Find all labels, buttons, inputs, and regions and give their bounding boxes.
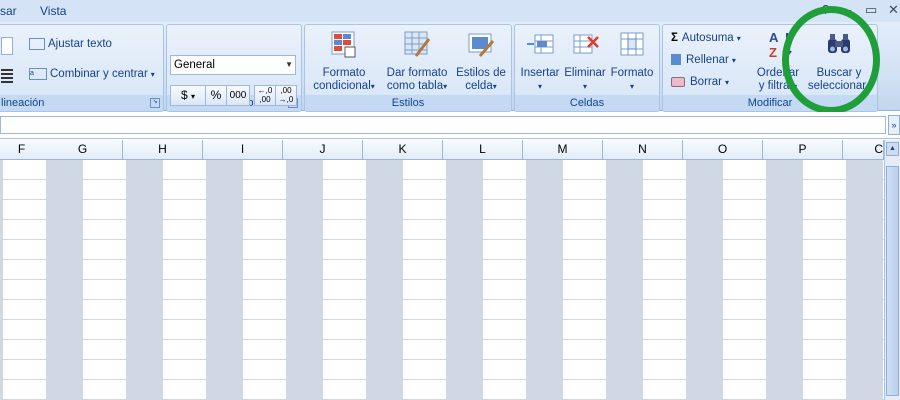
svg-text:A: A — [769, 30, 779, 45]
chevron-down-icon: ▾ — [150, 70, 155, 80]
insert-cells-icon — [527, 34, 554, 54]
column-header-c[interactable]: C — [843, 140, 884, 160]
format-cells-icon — [620, 32, 644, 56]
restore-button[interactable]: ▭ — [865, 2, 877, 18]
format-cells-label: Formato — [610, 67, 654, 79]
thousands-button[interactable]: 000 — [226, 85, 250, 106]
chevron-down-icon: ▼ — [285, 60, 293, 69]
column-header-l[interactable]: L — [443, 140, 523, 160]
fill-down-icon — [671, 54, 681, 66]
chevron-down-icon: ▾ — [731, 56, 736, 65]
column-header-o[interactable]: O — [683, 140, 763, 160]
vertical-scrollbar[interactable]: ▲ — [884, 140, 900, 400]
percent-button[interactable]: % — [205, 85, 227, 106]
column-header-h[interactable]: H — [123, 140, 203, 160]
autosum-button[interactable]: Σ Autosuma ▾ — [671, 32, 741, 44]
number-format-select[interactable]: General ▼ — [170, 55, 296, 75]
highlight-circle — [782, 6, 880, 114]
cell-styles-label-2: celda — [465, 80, 493, 92]
number-format-value: General — [174, 59, 215, 71]
currency-label: $ — [180, 88, 188, 102]
insert-label: Insertar — [520, 67, 560, 79]
currency-button[interactable]: $ ▾ — [170, 85, 206, 106]
conditional-format-button[interactable]: Formato condicional▾ — [309, 29, 379, 93]
scroll-up-icon[interactable]: ▲ — [886, 142, 899, 156]
group-label: Estilos — [305, 95, 511, 111]
format-table-label-2: como tabla — [386, 80, 444, 92]
increase-decimal-button[interactable]: ←,0,00 — [254, 85, 276, 106]
ribbon: Ajustar texto a Combinar y centrar ▾ linea… — [0, 22, 900, 112]
expand-formula-bar-button[interactable]: » — [888, 115, 900, 135]
decrease-decimal-button[interactable]: ,00 →,0 — [275, 85, 297, 106]
cell-styles-button[interactable]: Estilos de celda▾ — [453, 29, 509, 93]
tab-revisar[interactable]: sar — [0, 4, 17, 18]
clear-label: Borrar — [690, 76, 722, 88]
column-header-i[interactable]: I — [203, 140, 283, 160]
delete-button[interactable]: Eliminar ▾ — [563, 29, 607, 93]
close-button[interactable]: ✕ — [888, 2, 899, 18]
indent-icon[interactable] — [1, 69, 13, 83]
column-header-j[interactable]: J — [283, 140, 363, 160]
group-label: Celdas — [515, 95, 659, 111]
chevron-down-icon: ▾ — [582, 82, 587, 91]
merge-center-button[interactable]: a Combinar y centrar ▾ — [29, 68, 155, 80]
merge-center-label: Combinar y centrar — [50, 68, 148, 81]
chevron-down-icon: ▾ — [724, 78, 729, 87]
chevron-down-icon: ▾ — [492, 82, 497, 91]
chevron-down-icon: ▾ — [629, 82, 634, 91]
chevron-down-icon: ▾ — [191, 92, 196, 101]
delete-label: Eliminar — [564, 67, 606, 79]
fill-button[interactable]: Rellenar ▾ — [671, 54, 736, 66]
clear-button[interactable]: Borrar ▾ — [671, 76, 729, 88]
dialog-launcher-icon[interactable]: ↘ — [150, 98, 160, 108]
chevron-down-icon: ▾ — [537, 82, 542, 91]
format-as-table-button[interactable]: Dar formato como tabla▾ — [381, 29, 453, 93]
formula-input[interactable] — [0, 116, 886, 134]
insert-button[interactable]: Insertar ▾ — [517, 29, 563, 93]
worksheet-grid[interactable] — [0, 160, 884, 400]
wrap-text-label: Ajustar texto — [48, 38, 112, 51]
autosum-label: Autosuma — [681, 32, 734, 44]
group-celdas: Insertar ▾ Eliminar ▾ Formato ▾ Celdas — [514, 24, 660, 112]
column-header-m[interactable]: M — [523, 140, 603, 160]
sigma-icon: Σ — [671, 32, 678, 44]
eraser-icon — [671, 76, 685, 87]
format-cells-button[interactable]: Formato ▾ — [609, 29, 655, 93]
conditional-format-label-2: condicional — [313, 80, 371, 92]
scrollbar-thumb[interactable] — [886, 166, 899, 396]
conditional-format-icon — [331, 31, 356, 58]
column-header-f[interactable]: F — [0, 140, 44, 160]
delete-cells-icon — [573, 34, 599, 54]
align-icon[interactable] — [1, 37, 13, 55]
format-table-label-1: Dar formato — [386, 67, 448, 79]
column-header-n[interactable]: N — [603, 140, 683, 160]
ribbon-tab-strip: sar Vista ? – ▭ ✕ — [0, 0, 900, 22]
column-header-k[interactable]: K — [363, 140, 443, 160]
group-label: lineación — [0, 95, 163, 111]
group-estilos: Formato condicional▾ Dar formato como ta… — [304, 24, 512, 112]
cell-styles-icon — [468, 33, 495, 57]
format-table-icon — [404, 31, 431, 57]
wrap-text-button[interactable]: Ajustar texto — [29, 38, 112, 50]
column-header-g[interactable]: G — [43, 140, 123, 160]
fill-label: Rellenar — [686, 54, 729, 66]
merge-icon: a — [29, 68, 47, 80]
formula-bar: » — [0, 112, 900, 139]
group-alineacion: Ajustar texto a Combinar y centrar ▾ linea… — [0, 24, 164, 112]
chevron-down-icon: ▾ — [443, 82, 448, 91]
chevron-down-icon: ▾ — [736, 34, 741, 43]
svg-text:Z: Z — [769, 45, 777, 59]
cell-styles-label-1: Estilos de — [456, 67, 506, 79]
conditional-format-label-1: Formato — [322, 67, 366, 79]
chevron-down-icon: ▾ — [370, 82, 375, 91]
column-header-p[interactable]: P — [763, 140, 843, 160]
tab-vista[interactable]: Vista — [40, 4, 66, 18]
wrap-text-icon — [29, 38, 45, 50]
